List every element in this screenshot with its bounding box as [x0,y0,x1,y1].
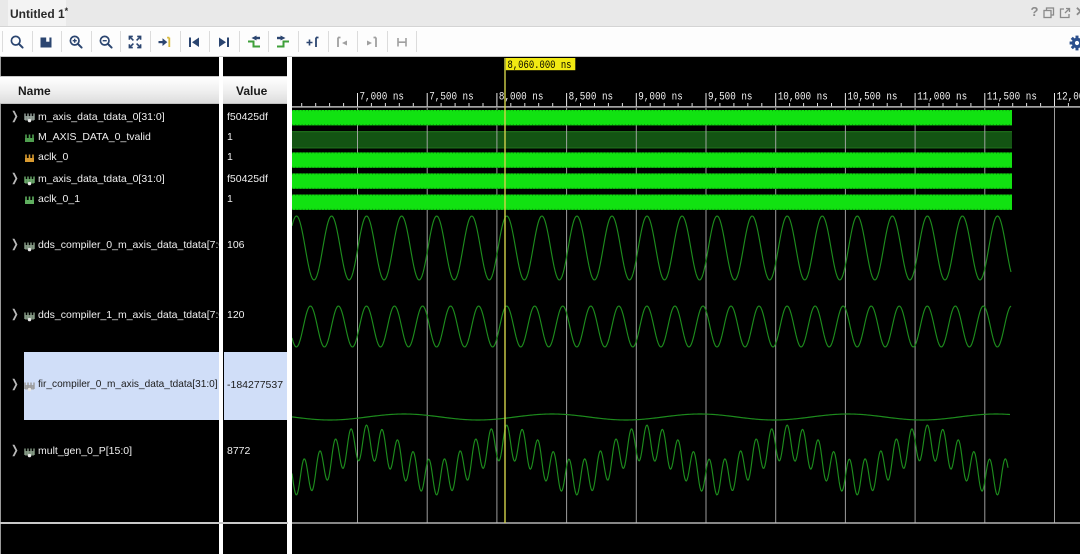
svg-text:9,000 ns: 9,000 ns [638,92,683,104]
svg-text:7,500 ns: 7,500 ns [429,92,474,104]
svg-text:9,500 ns: 9,500 ns [708,92,753,104]
svg-text:7,000 ns: 7,000 ns [360,92,405,104]
svg-text:10,500 ns: 10,500 ns [847,92,897,104]
svg-text:8,060.000 ns: 8,060.000 ns [508,60,572,72]
svg-text:11,000 ns: 11,000 ns [917,92,967,104]
svg-text:12,000 ns: 12,000 ns [1057,92,1080,104]
svg-text:11,500 ns: 11,500 ns [987,92,1037,104]
svg-text:8,500 ns: 8,500 ns [569,92,614,104]
svg-text:10,000 ns: 10,000 ns [778,92,828,104]
